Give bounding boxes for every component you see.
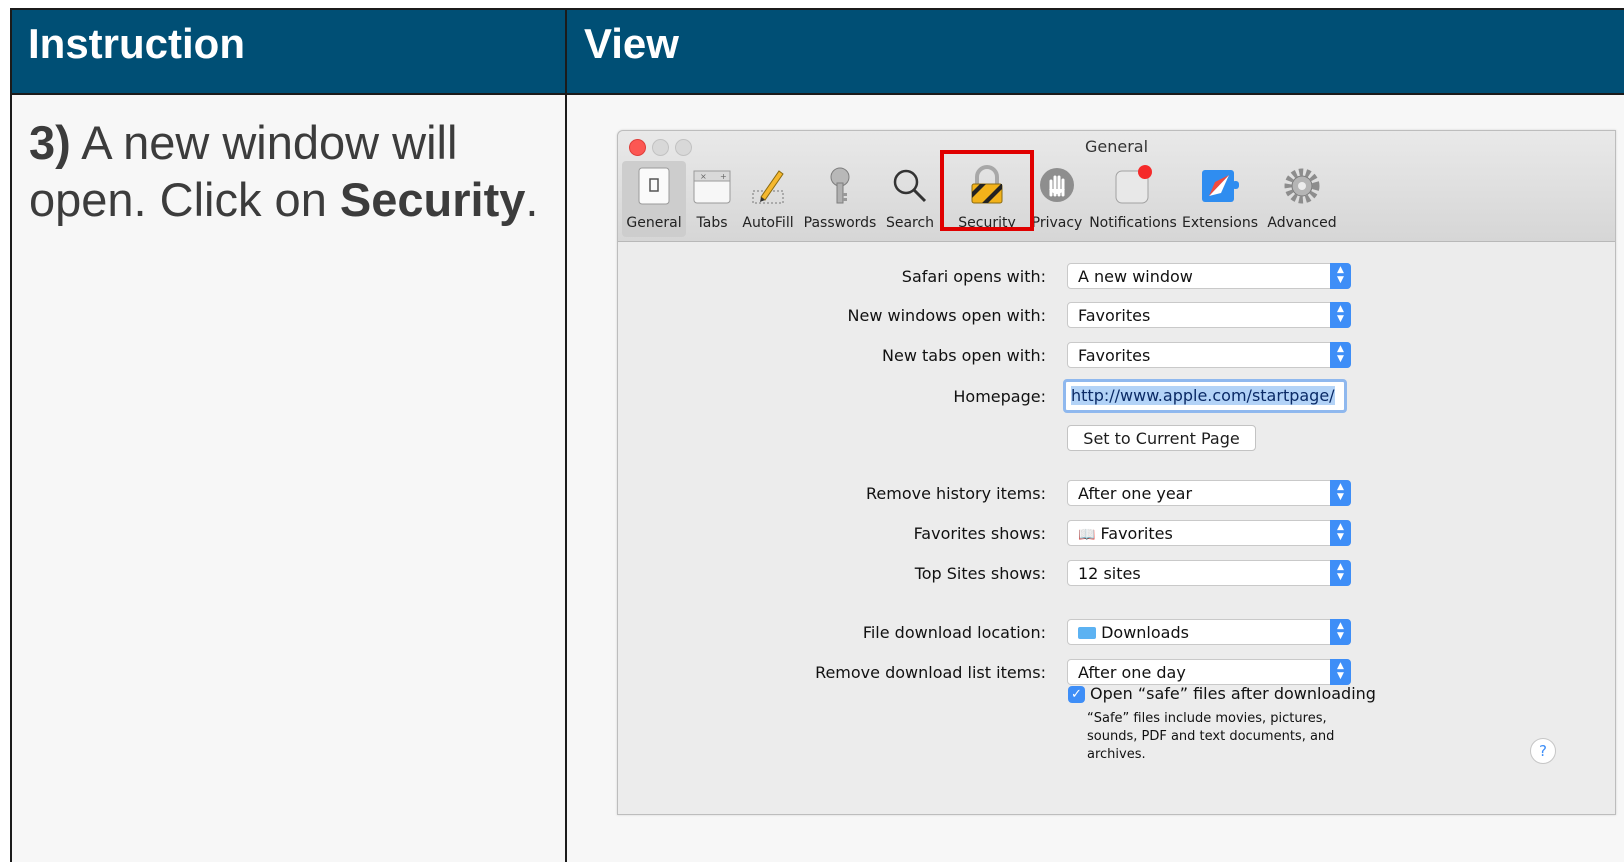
favorites-shows-popup[interactable]: 📖 Favorites ▲ ▼ <box>1067 520 1351 546</box>
remove-download-popup[interactable]: After one day ▲ ▼ <box>1067 659 1351 685</box>
instruction-cell: 3) A new window will open. Click on Secu… <box>10 94 566 862</box>
privacy-hand-icon <box>1040 168 1074 202</box>
new-windows-popup[interactable]: Favorites ▲ ▼ <box>1067 302 1351 328</box>
svg-text:×: × <box>700 172 707 181</box>
passwords-icon <box>830 167 850 204</box>
popup-arrows-icon: ▲ ▼ <box>1330 342 1351 368</box>
new-tabs-popup[interactable]: Favorites ▲ ▼ <box>1067 342 1351 368</box>
book-icon: 📖 <box>1078 527 1096 543</box>
top-sites-value: 12 sites <box>1078 564 1141 583</box>
tab-autofill[interactable]: AutoFill <box>738 161 798 237</box>
safe-files-note: “Safe” files include movies, pictures, s… <box>1087 711 1335 762</box>
popup-arrows-icon: ▲ ▼ <box>1330 263 1351 289</box>
tab-advanced[interactable]: Advanced <box>1262 161 1342 237</box>
top-sites-popup[interactable]: 12 sites ▲ ▼ <box>1067 560 1351 586</box>
header-instruction: Instruction <box>10 8 566 94</box>
step-end: . <box>525 173 539 226</box>
tab-extensions-label: Extensions <box>1181 215 1259 231</box>
tab-privacy[interactable]: Privacy <box>1028 161 1086 237</box>
homepage-value: http://www.apple.com/startpage/ <box>1071 386 1335 405</box>
tab-notifications[interactable]: Notifications <box>1086 161 1180 237</box>
download-location-value: Downloads <box>1101 623 1189 642</box>
step-number: 3) <box>29 116 71 169</box>
tab-privacy-label: Privacy <box>1031 215 1083 231</box>
autofill-icon <box>752 170 784 204</box>
popup-arrows-icon: ▲ ▼ <box>1330 480 1351 506</box>
notifications-icon <box>1115 165 1152 204</box>
new-windows-value: Favorites <box>1078 306 1151 325</box>
header-view: View <box>566 8 1624 94</box>
download-location-popup[interactable]: Downloads ▲ ▼ <box>1067 619 1351 645</box>
remove-history-popup[interactable]: After one year ▲ ▼ <box>1067 480 1351 506</box>
new-tabs-label: New tabs open with: <box>882 346 1046 365</box>
top-sites-label: Top Sites shows: <box>914 564 1046 583</box>
help-button[interactable]: ? <box>1530 738 1556 764</box>
table-border-left <box>10 8 12 862</box>
tab-notifications-label: Notifications <box>1089 215 1177 231</box>
remove-download-value: After one day <box>1078 663 1186 682</box>
favorites-shows-label: Favorites shows: <box>913 524 1046 543</box>
homepage-label: Homepage: <box>953 387 1046 406</box>
popup-arrows-icon: ▲ ▼ <box>1330 520 1351 546</box>
table-border-middle <box>565 8 567 862</box>
open-safe-label: Open “safe” files after downloading <box>1090 684 1376 703</box>
popup-arrows-icon: ▲ ▼ <box>1330 560 1351 586</box>
remove-download-label: Remove download list items: <box>815 663 1046 682</box>
download-location-label: File download location: <box>862 623 1046 642</box>
tab-passwords-label: Passwords <box>803 215 877 231</box>
popup-arrows-icon: ▲ ▼ <box>1330 302 1351 328</box>
svg-text:+: + <box>720 172 727 181</box>
window-title: General <box>1084 137 1149 156</box>
tabs-icon: × + <box>693 170 731 204</box>
extensions-icon <box>1202 170 1239 202</box>
remove-history-value: After one year <box>1078 484 1193 503</box>
tab-tabs-label: Tabs <box>696 215 728 231</box>
new-windows-label: New windows open with: <box>847 306 1046 325</box>
safari-opens-popup[interactable]: A new window ▲ ▼ <box>1067 263 1351 289</box>
security-highlight-box <box>940 150 1034 231</box>
popup-arrows-icon: ▲ ▼ <box>1330 619 1351 645</box>
tab-general[interactable]: General <box>622 161 686 237</box>
safari-preferences-window: General General × + Tabs AutoFill Passwo… <box>617 130 1616 815</box>
window-toolbar: General General × + Tabs AutoFill Passwo… <box>618 131 1615 242</box>
instruction-text: 3) A new window will open. Click on Secu… <box>29 114 549 228</box>
favorites-shows-value: Favorites <box>1100 524 1173 543</box>
gear-icon <box>1284 168 1320 204</box>
table-border-top <box>10 8 1624 10</box>
tab-passwords[interactable]: Passwords <box>800 161 880 237</box>
homepage-field[interactable]: http://www.apple.com/startpage/ <box>1063 379 1347 413</box>
tab-advanced-label: Advanced <box>1267 215 1337 231</box>
popup-arrows-icon: ▲ ▼ <box>1330 659 1351 685</box>
remove-history-label: Remove history items: <box>865 484 1046 503</box>
tab-general-label: General <box>626 215 682 231</box>
safari-opens-value: A new window <box>1078 267 1193 286</box>
search-icon <box>893 169 927 203</box>
set-current-page-button[interactable]: Set to Current Page <box>1067 425 1256 451</box>
step-target: Security <box>339 173 526 226</box>
safari-opens-label: Safari opens with: <box>901 267 1046 286</box>
table-border-header <box>10 93 1624 95</box>
tab-autofill-label: AutoFill <box>742 215 794 231</box>
new-tabs-value: Favorites <box>1078 346 1151 365</box>
folder-icon <box>1078 627 1096 639</box>
open-safe-checkbox[interactable]: ✓ <box>1068 686 1085 703</box>
general-icon <box>638 167 670 205</box>
tab-extensions[interactable]: Extensions <box>1180 161 1260 237</box>
tab-tabs[interactable]: × + Tabs <box>690 161 734 237</box>
tab-search-label: Search <box>885 215 935 231</box>
tab-search[interactable]: Search <box>882 161 938 237</box>
